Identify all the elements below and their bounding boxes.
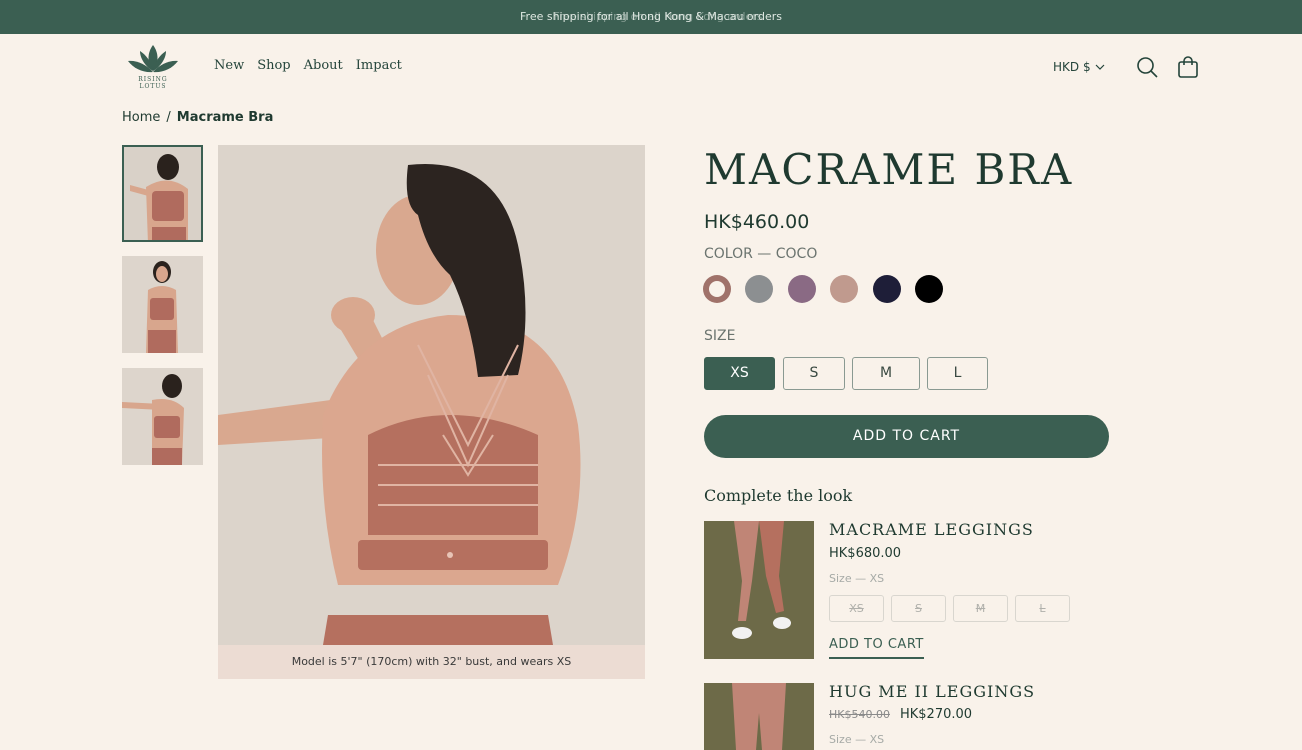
rec-item-size-label-2: Size — XS [829,733,885,746]
rec-item-price-value-2: HK$270.00 [899,707,973,722]
add-to-cart-button[interactable]: ADD TO CART [704,415,1109,458]
product-title: MACRAME BRA [704,145,1074,194]
logo-text: RISING LOTUS [138,76,168,90]
leggings-image [704,683,814,750]
color-swatch-6[interactable] [915,275,943,303]
product-thumbnail-3[interactable] [122,368,203,465]
size-option-l[interactable]: L [927,357,988,390]
currency-selector[interactable]: HKD $ [1053,59,1105,75]
product-price: HK$460.00 [704,211,810,233]
size-option-s[interactable]: S [783,357,845,390]
leggings-image [704,521,814,659]
main-nav: New Shop About Impact [214,58,402,74]
announcement-bar: Free shipping on all Hong Kong orders Fr… [0,0,1302,34]
breadcrumb: Home / Macrame Bra [122,110,273,126]
rec-size-option-m[interactable]: M [953,595,1008,622]
rec-item-size-label-1: Size — XS [829,572,885,585]
breadcrumb-home[interactable]: Home [122,110,160,126]
nav-item-impact[interactable]: Impact [356,58,402,74]
rec-item-image-1[interactable] [704,521,814,659]
image-caption: Model is 5'7" (170cm) with 32" bust, and… [218,645,645,679]
nav-item-shop[interactable]: Shop [257,58,290,74]
color-label: COLOR — COCO [704,246,818,262]
lotus-icon [128,45,178,73]
currency-label: HKD $ [1053,60,1091,74]
rec-item-name-1[interactable]: MACRAME LEGGINGS [829,520,1034,540]
color-swatch-2[interactable] [745,275,773,303]
size-option-xs[interactable]: XS [704,357,775,390]
rec-size-option-l[interactable]: L [1015,595,1070,622]
breadcrumb-current: Macrame Bra [176,110,274,125]
size-label: SIZE [704,328,736,344]
color-swatch-4[interactable] [830,275,858,303]
product-thumbnail-2[interactable] [122,256,203,353]
color-swatch-3[interactable] [788,275,816,303]
nav-item-new[interactable]: New [214,58,244,74]
complete-the-look-title: Complete the look [704,486,853,505]
rec-item-image-2[interactable] [704,683,814,750]
rec-size-option-s[interactable]: S [891,595,946,622]
color-swatch-5[interactable] [873,275,901,303]
thumbnail-side-view-image [122,368,203,465]
rec-item-price-1: HK$680.00 [829,546,901,562]
announcement-text: Free shipping for all Hong Kong & Macau … [520,10,782,23]
color-swatch-1[interactable] [703,275,731,303]
rec-item-price-value-1: HK$680.00 [829,546,902,561]
shopping-bag-icon[interactable] [1176,55,1200,79]
thumbnail-back-view-image [124,147,201,240]
product-thumbnail-1[interactable] [122,145,203,242]
rec-size-option-xs[interactable]: XS [829,595,884,622]
model-back-view-image [218,145,645,645]
size-option-m[interactable]: M [852,357,920,390]
product-main-image[interactable] [218,145,645,645]
breadcrumb-separator: / [166,110,171,125]
rising-lotus-logo[interactable]: RISING LOTUS [126,43,180,93]
search-icon[interactable] [1136,56,1158,78]
rec-item-old-price-2: HK$540.00 [829,708,890,721]
thumbnail-front-view-image [122,256,203,353]
nav-item-about[interactable]: About [304,58,343,74]
rec-item-price-2: HK$540.00 HK$270.00 [829,707,972,723]
rec-item-name-2[interactable]: HUG ME II LEGGINGS [829,682,1035,702]
rec-add-to-cart-button[interactable]: ADD TO CART [829,637,924,659]
chevron-down-icon [1095,64,1105,70]
